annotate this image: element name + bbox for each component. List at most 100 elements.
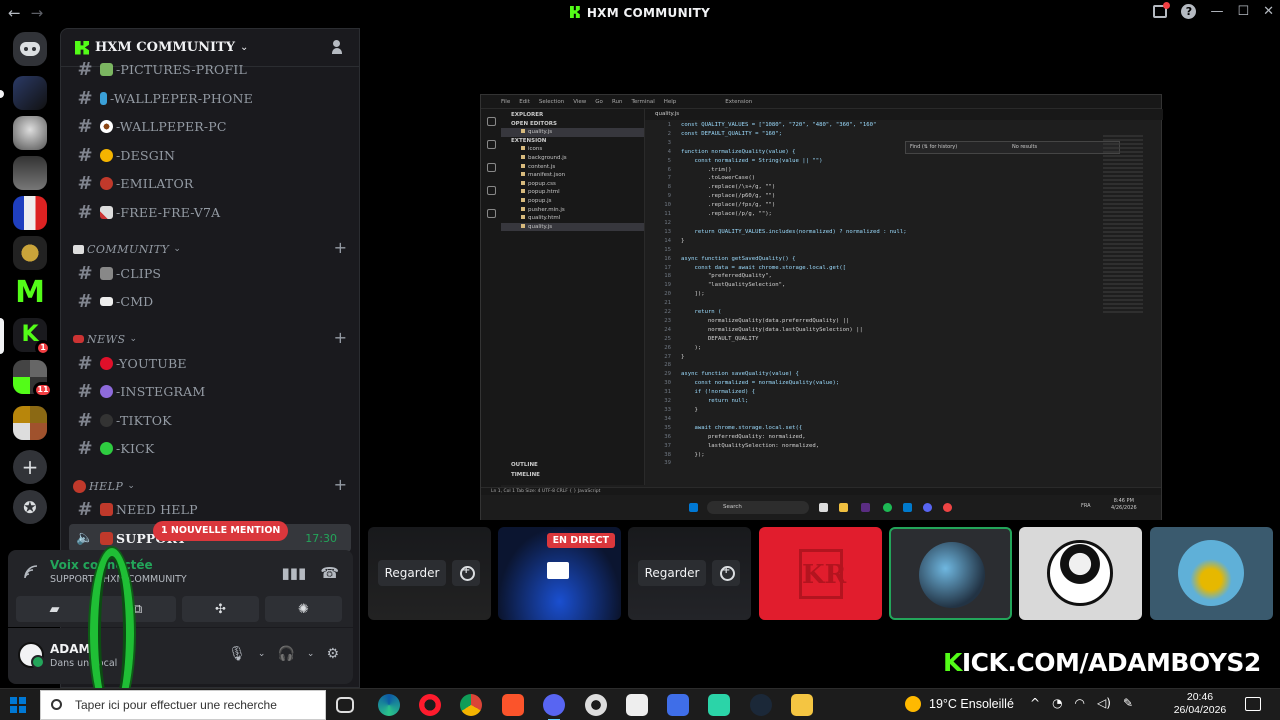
category-help[interactable]: HELP ⌄ + xyxy=(73,475,353,495)
taskbar-search[interactable]: Taper ici pour effectuer une recherche xyxy=(40,690,326,720)
chevron-down-icon[interactable]: ⌄ xyxy=(258,649,266,659)
code-line: 35 await chrome.storage.local.set({ xyxy=(645,424,1145,433)
stream-tile[interactable]: Regarder xyxy=(628,527,751,620)
avatar[interactable] xyxy=(18,642,45,669)
file-explorer-icon[interactable] xyxy=(791,694,813,716)
kr-logo: KR xyxy=(799,549,846,599)
steam-icon[interactable] xyxy=(750,694,772,716)
activities-button[interactable]: ✣ xyxy=(182,596,259,622)
server-icon[interactable] xyxy=(13,236,47,270)
stream-tile[interactable]: Regarder xyxy=(368,527,491,620)
discover-button[interactable]: ✪ xyxy=(13,490,47,524)
green-circle-icon xyxy=(100,441,113,455)
code-line: 26 ); xyxy=(645,344,1145,353)
chevron-down-icon[interactable]: ⌄ xyxy=(307,649,315,659)
popout-icon[interactable] xyxy=(712,560,740,586)
participant-tile[interactable] xyxy=(1150,527,1273,620)
direct-messages-button[interactable] xyxy=(13,32,47,66)
watch-button[interactable]: Regarder xyxy=(378,560,446,586)
chrome-icon[interactable] xyxy=(460,694,482,716)
server-icon[interactable] xyxy=(13,196,47,230)
close-button[interactable]: ✕ xyxy=(1263,4,1274,19)
popout-icon[interactable] xyxy=(452,560,480,586)
noise-suppression-icon[interactable]: ▮▮▮ xyxy=(282,564,307,582)
category-news[interactable]: NEWS ⌄ + xyxy=(73,328,353,348)
participant-tile[interactable]: KR xyxy=(759,527,882,620)
opera-icon[interactable] xyxy=(419,694,441,716)
settings-gear-icon[interactable]: ⚙ xyxy=(326,646,339,662)
server-icon[interactable] xyxy=(13,116,47,150)
code-line: 14} xyxy=(645,237,1145,246)
server-icon[interactable] xyxy=(13,156,47,190)
channel-wallpeper-phone[interactable]: # -WALLPEPER-PHONE xyxy=(69,84,351,112)
channel-wallpeper-pc[interactable]: # -WALLPEPER-PC xyxy=(69,112,351,140)
phone-emoji-icon xyxy=(100,91,107,105)
participant-tile[interactable] xyxy=(1019,527,1142,620)
code-text: const data = await chrome.storage.local.… xyxy=(681,264,847,271)
code-line: 6 .trim() xyxy=(645,166,1145,175)
microphone-icon[interactable]: 🎙 xyxy=(228,646,246,662)
channel-desgin[interactable]: # -DESGIN xyxy=(69,141,351,169)
add-channel-icon[interactable]: + xyxy=(334,328,347,347)
notification-icon[interactable] xyxy=(1245,697,1261,711)
picture-emoji-icon xyxy=(100,62,113,76)
watch-button[interactable]: Regarder xyxy=(638,560,706,586)
store-icon[interactable] xyxy=(626,694,648,716)
network-icon[interactable]: ◔ xyxy=(1052,696,1062,710)
soundboard-button[interactable]: ✺ xyxy=(265,596,342,622)
camera-button[interactable]: ▰ xyxy=(16,596,93,622)
channel-pictures-profil[interactable]: # -PICTURES-PROFIL xyxy=(69,59,351,80)
volume-icon[interactable]: ◁) xyxy=(1097,696,1111,710)
chevron-up-icon[interactable]: ^ xyxy=(1030,696,1040,710)
participant-tile-speaking[interactable] xyxy=(889,527,1012,620)
server-icon[interactable]: M xyxy=(13,276,47,310)
window-title: HXM COMMUNITY xyxy=(0,6,1280,20)
edge-icon[interactable] xyxy=(378,694,400,716)
add-channel-icon[interactable]: + xyxy=(334,238,347,257)
wifi-icon[interactable]: ◠ xyxy=(1075,696,1085,710)
weather-widget[interactable]: 19°C Ensoleillé xyxy=(905,696,1014,712)
avatar xyxy=(1178,540,1244,606)
pen-icon[interactable]: ✎ xyxy=(1123,696,1133,710)
server-icon[interactable] xyxy=(13,76,47,110)
inbox-icon[interactable] xyxy=(1153,2,1171,18)
code-line: 28 xyxy=(645,361,1145,370)
channel-instegram[interactable]: # -INSTEGRAM xyxy=(69,377,351,405)
channel-tiktok[interactable]: # -TIKTOK xyxy=(69,406,351,434)
channel-cmd[interactable]: # -CMD xyxy=(69,287,351,315)
channel-kick[interactable]: # -KICK xyxy=(69,434,351,462)
code-line: 2 const DEFAULT_QUALITY = "160"; xyxy=(645,130,1145,139)
minimize-button[interactable]: — xyxy=(1210,4,1223,19)
live-stream-tile[interactable]: EN DIRECT xyxy=(498,527,621,620)
add-server-button[interactable]: + xyxy=(13,450,47,484)
code-text: } xyxy=(681,407,698,413)
stream-clock: 8:46 PM 4/26/2026 xyxy=(1111,498,1137,511)
help-icon[interactable]: ? xyxy=(1181,4,1197,19)
app-icon[interactable] xyxy=(708,694,730,716)
new-mention-banner[interactable]: 1 NOUVELLE MENTION xyxy=(153,521,289,541)
camera-off-icon: ▰ xyxy=(49,601,60,617)
screen-icon xyxy=(547,562,569,579)
channel-youtube[interactable]: # -YOUTUBE xyxy=(69,349,351,377)
discord-taskbar-icon[interactable] xyxy=(543,694,565,720)
category-community[interactable]: COMMUNITY ⌄ + xyxy=(73,238,353,258)
brave-icon[interactable] xyxy=(502,694,524,716)
maximize-button[interactable]: ☐ xyxy=(1237,4,1249,19)
channel-need-help[interactable]: # NEED HELP xyxy=(69,495,351,523)
channel-emilator[interactable]: # -EMILATOR xyxy=(69,169,351,197)
channel-clips[interactable]: # -CLIPS xyxy=(69,259,351,287)
stream-vscode-window[interactable]: File Edit Selection View Go Run Terminal Help Ex… xyxy=(480,94,1163,520)
obs-icon[interactable] xyxy=(585,694,607,716)
add-channel-icon[interactable]: + xyxy=(334,475,347,494)
invite-icon[interactable] xyxy=(332,40,348,54)
headphones-icon[interactable]: 🎧 xyxy=(277,646,294,662)
signal-icon[interactable] xyxy=(22,563,40,581)
windows-start-icon[interactable] xyxy=(10,697,26,713)
taskbar-clock[interactable]: 20:46 26/04/2026 xyxy=(1172,691,1228,717)
task-view-icon[interactable] xyxy=(336,697,354,713)
channel-free-fre[interactable]: # -FREE-FRE-V7A xyxy=(69,198,351,226)
app-icon[interactable] xyxy=(667,694,689,716)
server-folder[interactable] xyxy=(13,406,47,440)
disconnect-icon[interactable]: ☎ xyxy=(320,564,339,582)
explorer-file: icons xyxy=(501,145,644,154)
